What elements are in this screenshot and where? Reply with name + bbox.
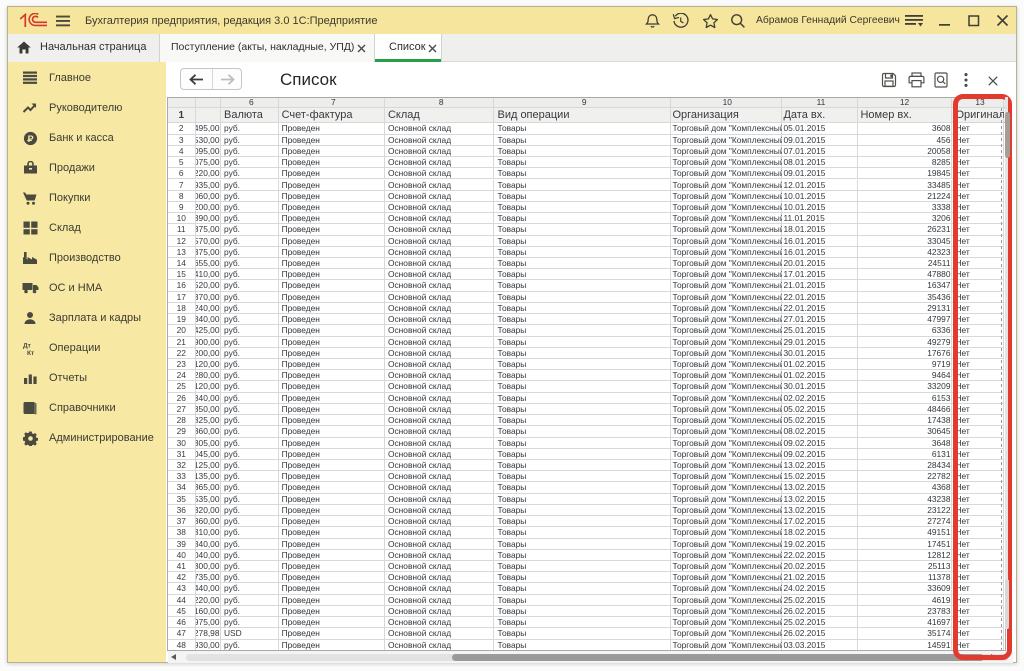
svg-text:Дт: Дт [23,342,31,349]
svg-text:Кт: Кт [27,350,34,356]
svg-text:P: P [27,134,33,144]
